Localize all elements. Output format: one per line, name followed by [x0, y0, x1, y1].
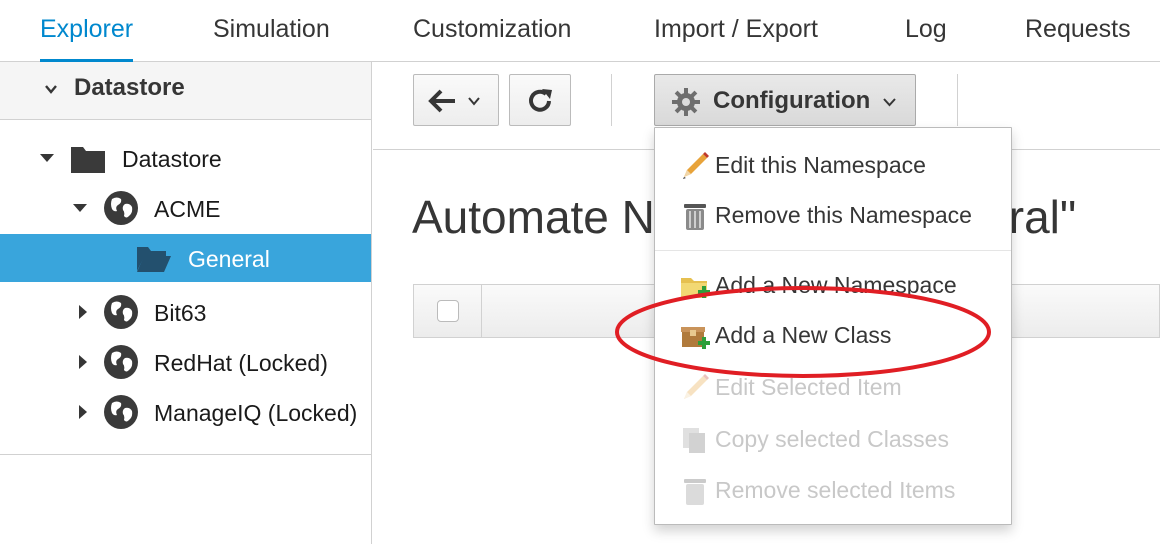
select-all-checkbox[interactable] — [437, 300, 459, 322]
chevron-down-icon — [883, 98, 896, 107]
tree-node-datastore[interactable]: Datastore — [0, 134, 371, 182]
menu-item-remove-selected: Remove selected Items — [655, 467, 1011, 513]
trash-icon — [684, 479, 706, 505]
tab-import-export[interactable]: Import / Export — [654, 0, 818, 62]
reload-button[interactable] — [509, 74, 571, 126]
tab-requests[interactable]: Requests — [1025, 0, 1131, 62]
folder-icon — [71, 147, 105, 173]
tree-node-redhat[interactable]: RedHat (Locked) — [0, 338, 371, 386]
tree-node-label: Bit63 — [154, 300, 207, 326]
top-tab-bar: Explorer Simulation Customization Import… — [0, 0, 1160, 63]
accordion-header-datastore[interactable]: Datastore — [0, 62, 371, 120]
caret-down-icon[interactable] — [39, 150, 55, 166]
caret-down-icon[interactable] — [72, 200, 88, 216]
globe-icon — [104, 295, 138, 329]
accordion-title: Datastore — [74, 74, 185, 101]
tree-node-label: ACME — [154, 196, 221, 222]
highlight-ellipse — [615, 286, 991, 378]
tree-node-label: RedHat (Locked) — [154, 350, 328, 376]
tab-simulation[interactable]: Simulation — [213, 0, 330, 62]
tree-node-label: General — [188, 246, 270, 272]
configuration-button[interactable]: Configuration — [654, 74, 916, 126]
arrow-left-icon — [428, 89, 455, 113]
chevron-down-icon — [45, 85, 57, 94]
back-button[interactable] — [413, 74, 499, 126]
menu-divider — [655, 250, 1011, 251]
datastore-tree: Datastore ACME General Bit63 RedHat (Loc… — [0, 121, 371, 455]
tree-node-bit63[interactable]: Bit63 — [0, 288, 371, 336]
gear-icon — [672, 88, 700, 116]
menu-item-label: Remove this Namespace — [715, 202, 972, 228]
menu-item-copy-classes: Copy selected Classes — [655, 416, 1011, 462]
menu-item-label: Remove selected Items — [715, 477, 956, 503]
refresh-icon — [529, 89, 552, 112]
caret-right-icon[interactable] — [75, 404, 91, 420]
menu-item-edit-namespace[interactable]: Edit this Namespace — [655, 142, 1011, 188]
automate-explorer-page: Explorer Simulation Customization Import… — [0, 0, 1160, 544]
sidebar: Datastore Datastore ACME General Bit63 R… — [0, 62, 372, 544]
tree-node-label: Datastore — [122, 146, 222, 172]
chevron-down-icon — [468, 97, 480, 106]
tree-node-label: ManageIQ (Locked) — [154, 400, 358, 426]
tab-log[interactable]: Log — [905, 0, 947, 62]
caret-right-icon[interactable] — [75, 304, 91, 320]
menu-item-label: Edit this Namespace — [715, 152, 926, 178]
tab-customization[interactable]: Customization — [413, 0, 571, 62]
toolbar-separator — [611, 74, 612, 126]
globe-icon — [104, 395, 138, 429]
caret-right-icon[interactable] — [75, 354, 91, 370]
configuration-label: Configuration — [713, 87, 871, 114]
copy-icon — [683, 428, 705, 453]
folder-open-icon — [137, 247, 171, 272]
menu-item-remove-namespace[interactable]: Remove this Namespace — [655, 192, 1011, 238]
select-all-cell — [414, 285, 482, 337]
tree-node-manageiq[interactable]: ManageIQ (Locked) — [0, 388, 371, 436]
tree-node-general[interactable]: General — [0, 234, 371, 282]
tab-explorer[interactable]: Explorer — [40, 0, 134, 63]
toolbar-separator — [957, 74, 958, 126]
globe-icon — [104, 345, 138, 379]
menu-item-label: Copy selected Classes — [715, 426, 949, 452]
globe-icon — [104, 191, 138, 225]
tree-node-acme[interactable]: ACME — [0, 184, 371, 232]
trash-icon — [684, 204, 706, 230]
pencil-icon — [683, 152, 709, 179]
